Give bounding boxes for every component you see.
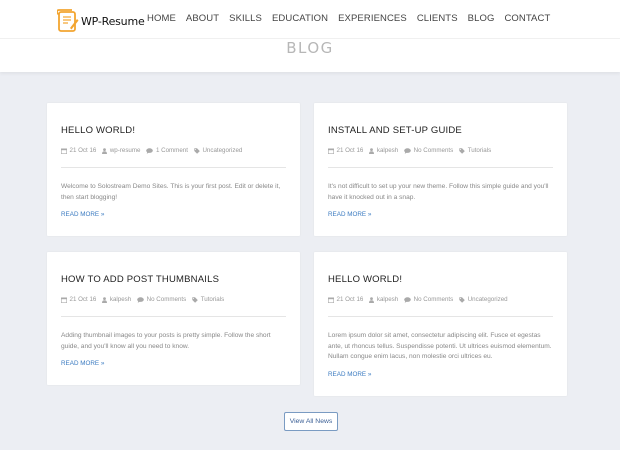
chevron-right-icon: » [100,211,105,218]
comment-icon [146,147,154,154]
calendar-icon [328,297,334,303]
scroll-logo-icon [56,8,79,34]
post-author[interactable]: kalpesh [110,296,131,303]
divider [328,167,553,168]
main-nav: HOME ABOUT SKILLS EDUCATION EXPERIENCES … [147,13,550,24]
nav-item-skills[interactable]: SKILLS [229,13,262,24]
post-excerpt: Welcome to Solostream Demo Sites. This i… [61,183,281,201]
nav-item-education[interactable]: EDUCATION [272,13,328,24]
tag-icon [192,296,199,303]
post-date: 21 Oct 16 [336,147,364,154]
post-card: HELLO WORLD! 21 Oct 16 kalpesh No Commen… [314,252,567,396]
post-comments[interactable]: No Comments [414,147,454,154]
read-more-link[interactable]: READ MORE » [328,211,371,218]
post-title[interactable]: HELLO WORLD! [61,125,135,136]
calendar-icon [61,148,67,154]
comment-icon [137,296,144,303]
nav-item-experiences[interactable]: EXPERIENCES [338,13,407,24]
chevron-right-icon: » [367,211,372,218]
user-icon [369,296,375,303]
comment-icon [404,147,411,154]
read-more-link[interactable]: READ MORE » [328,371,371,378]
tag-icon [459,296,466,303]
post-title[interactable]: HOW TO ADD POST THUMBNAILS [61,274,219,285]
post-author[interactable]: kalpesh [377,296,398,303]
comment-icon [404,296,411,303]
post-meta: 21 Oct 16 kalpesh No Comments Tutorials [61,296,230,303]
post-meta: 21 Oct 16 kalpesh No Comments Tutorials [328,147,497,154]
post-date: 21 Oct 16 [69,296,97,303]
post-author[interactable]: kalpesh [377,147,398,154]
post-card: INSTALL AND SET-UP GUIDE 21 Oct 16 kalpe… [314,103,567,236]
post-comments[interactable]: No Comments [147,296,187,303]
nav-item-clients[interactable]: CLIENTS [417,13,458,24]
divider [61,167,286,168]
nav-item-home[interactable]: HOME [147,13,176,24]
tag-icon [459,147,466,154]
post-author[interactable]: wp-resume [110,147,141,154]
post-category[interactable]: Uncategorized [202,147,242,154]
user-icon [369,147,375,154]
nav-item-contact[interactable]: CONTACT [504,13,550,24]
post-excerpt: Lorem ipsum dolor sit amet, consectetur … [328,332,552,361]
divider [328,316,553,317]
site-logo[interactable]: WP-Resume [56,7,145,35]
user-icon [102,296,108,303]
read-more-link[interactable]: READ MORE » [61,360,104,367]
post-excerpt: Adding thumbnail images to your posts is… [61,332,271,350]
page-title-band: BLOG [0,38,620,72]
post-category[interactable]: Tutorials [201,296,225,303]
nav-item-about[interactable]: ABOUT [186,13,219,24]
calendar-icon [328,148,334,154]
post-comments[interactable]: No Comments [414,296,454,303]
post-date: 21 Oct 16 [69,147,97,154]
post-card: HELLO WORLD! 21 Oct 16 wp-resume 1 Comme… [47,103,300,236]
post-title[interactable]: INSTALL AND SET-UP GUIDE [328,125,462,136]
view-all-news-button[interactable]: View All News [284,412,338,431]
post-date: 21 Oct 16 [336,296,364,303]
tag-icon [194,147,200,154]
calendar-icon [61,297,67,303]
nav-item-blog[interactable]: BLOG [468,13,495,24]
post-meta: 21 Oct 16 kalpesh No Comments Uncategori… [328,296,514,303]
page-title: BLOG [286,39,334,57]
post-title[interactable]: HELLO WORLD! [328,274,402,285]
user-icon [102,147,108,154]
divider [61,316,286,317]
post-meta: 21 Oct 16 wp-resume 1 Comment Uncategori… [61,147,248,154]
chevron-right-icon: » [100,360,105,367]
post-card: HOW TO ADD POST THUMBNAILS 21 Oct 16 kal… [47,252,300,385]
logo-text: WP-Resume [81,14,145,28]
post-excerpt: It's not difficult to set up your new th… [328,183,549,201]
chevron-right-icon: » [367,371,372,378]
post-category[interactable]: Uncategorized [468,296,508,303]
post-category[interactable]: Tutorials [468,147,492,154]
site-header: WP-Resume HOME ABOUT SKILLS EDUCATION EX… [0,0,620,38]
post-comments[interactable]: 1 Comment [156,147,188,154]
read-more-link[interactable]: READ MORE » [61,211,104,218]
